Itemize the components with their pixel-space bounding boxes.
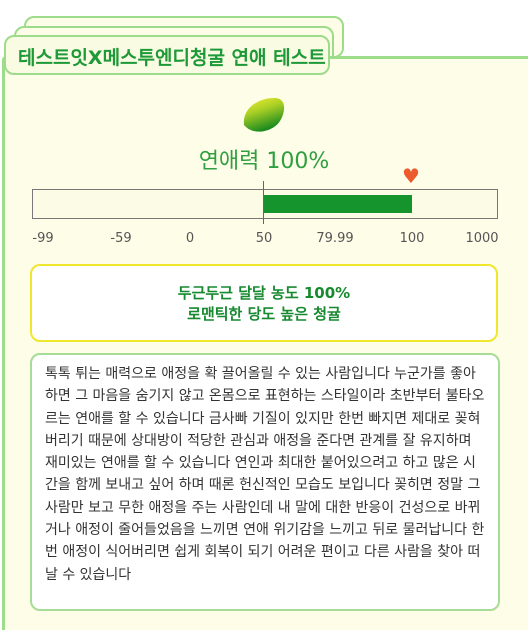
summary-line-2: 로맨틱한 당도 높은 청귤 [187,305,341,323]
gauge-tick-label: 0 [185,231,195,246]
gauge-tick-label: 1000 [465,231,499,246]
score-gauge-fill [264,195,412,213]
green-tangerine-icon [243,97,285,132]
heart-marker-icon: ♥ [402,164,420,188]
gauge-reference-line [263,181,264,224]
result-description: 톡톡 튀는 매력으로 애정을 확 끌어올릴 수 있는 사람입니다 누군가를 좋아… [30,353,500,611]
gauge-tick-label: -99 [32,231,54,246]
page-title: 테스트잇X메스투엔디청굴 연애 테스트 [18,47,326,69]
gauge-tick-label: 50 [255,231,273,246]
summary-line-1: 두근두근 달달 농도 100% [177,284,351,302]
gauge-tick-label: 79.99 [316,231,354,246]
love-score: 연애력 100% [198,149,330,174]
gauge-tick-label: -59 [110,231,132,246]
result-summary: 두근두근 달달 농도 100% 로맨틱한 당도 높은 청귤 [30,264,498,342]
gauge-tick-label: 100 [399,231,425,246]
